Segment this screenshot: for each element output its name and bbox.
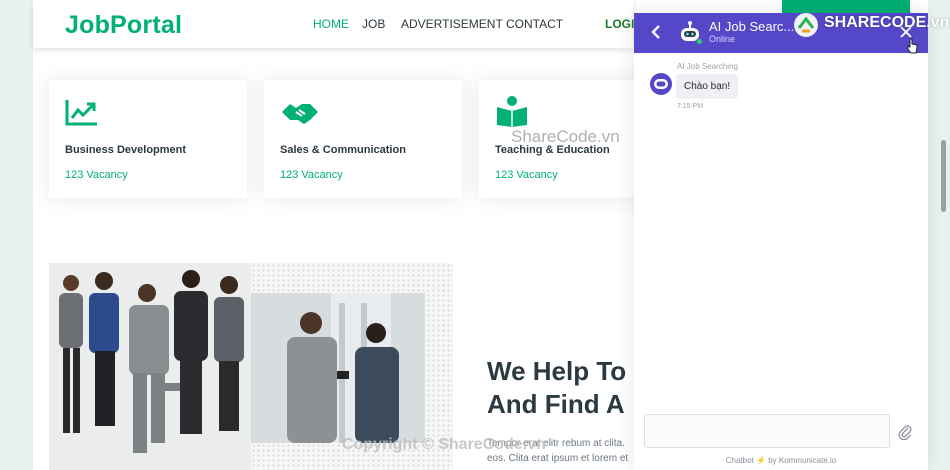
chat-message-input[interactable] [644, 414, 890, 448]
powered-prefix: Chatbot [725, 456, 754, 465]
chat-widget: AI Job Searc... Online AI Job Searching … [634, 13, 928, 470]
nav-advertisement[interactable]: ADVERTISEMENT [401, 17, 503, 31]
about-heading-line-2: And Find A [487, 389, 625, 419]
watermark-bottom: Copyright © ShareCode.vn [342, 436, 546, 453]
left-background-band [0, 0, 33, 470]
team-photo [49, 263, 251, 470]
hand-cursor-icon [907, 38, 918, 54]
navbar: JobPortal HOME JOB ADVERTISEMENT CONTACT… [33, 0, 643, 48]
message-time: 7:15 PM [677, 103, 704, 110]
chevron-left-icon[interactable] [648, 21, 664, 43]
about-heading: We Help To And Find A [487, 355, 626, 421]
watermark-brand: SHARECODE.vn [824, 14, 950, 31]
site-logo[interactable]: JobPortal [65, 11, 182, 40]
about-heading-line-1: We Help To [487, 356, 627, 386]
nav-job[interactable]: JOB [362, 17, 385, 31]
page-scrollbar[interactable] [941, 140, 946, 212]
chat-title: AI Job Searc... [709, 19, 795, 34]
category-card-business[interactable]: Business Development 123 Vacancy [49, 80, 247, 198]
message-sender-name: AI Job Searching [677, 62, 738, 71]
category-vacancy: 123 Vacancy [495, 169, 558, 181]
office-photo [251, 293, 425, 443]
handshake-icon [282, 104, 318, 124]
reader-icon [497, 96, 527, 127]
category-vacancy: 123 Vacancy [280, 169, 343, 181]
powered-suffix: by Kommunicate.io [768, 456, 837, 465]
nav-home[interactable]: HOME [313, 17, 349, 31]
category-vacancy: 123 Vacancy [65, 169, 128, 181]
category-title: Business Development [65, 144, 187, 156]
powered-by-footer[interactable]: Chatbot ⚡ by Kommunicate.io [634, 456, 928, 465]
category-card-sales[interactable]: Sales & Communication 123 Vacancy [264, 80, 462, 198]
watermark-center: ShareCode.vn [511, 127, 620, 146]
nav-contact[interactable]: CONTACT [506, 17, 563, 31]
category-title: Sales & Communication [280, 144, 406, 156]
sharecode-logo-icon [794, 13, 818, 37]
chat-status: Online [709, 34, 736, 44]
bot-message-avatar-icon [650, 73, 672, 95]
right-background-band [928, 0, 950, 470]
bolt-icon: ⚡ [756, 456, 766, 465]
bot-message-bubble: Chào bạn! [676, 74, 739, 99]
chart-line-icon [65, 100, 97, 126]
paperclip-icon[interactable] [898, 424, 912, 440]
online-status-dot [696, 38, 703, 45]
